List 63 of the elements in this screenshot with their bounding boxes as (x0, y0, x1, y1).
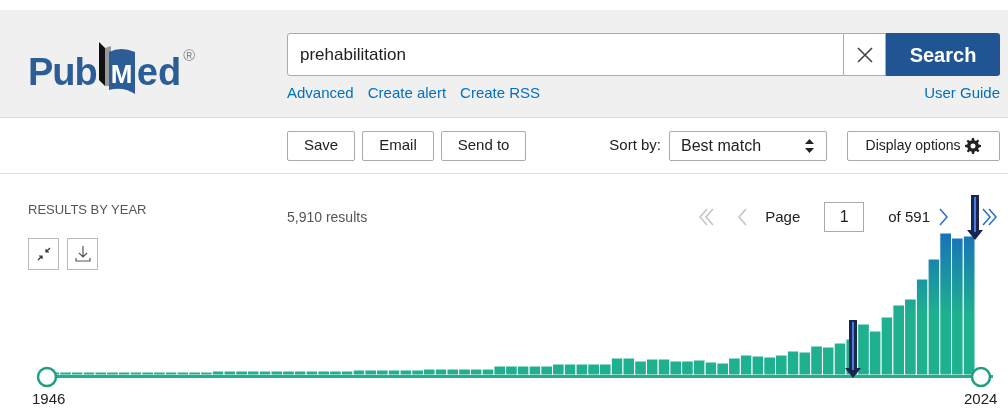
year-bar (528, 365, 542, 376)
action-button[interactable]: Email (362, 130, 434, 161)
double-chevron-icon (698, 208, 714, 226)
year-bar (857, 323, 870, 376)
double-chevron-icon (981, 208, 997, 226)
page-total: of 591 (888, 206, 930, 227)
year-bar (669, 360, 683, 376)
year-bar (634, 360, 647, 376)
sort-select[interactable]: Best match (669, 130, 827, 161)
year-bar (716, 362, 730, 376)
settings-icon (965, 137, 982, 154)
search-field[interactable]: prehabilitation (287, 33, 844, 76)
user-guide-link[interactable]: User Guide (924, 82, 1000, 105)
year-bar (810, 345, 823, 376)
arrow-annotation (845, 320, 861, 378)
download-button[interactable] (67, 238, 98, 270)
range-start-handle[interactable] (36, 366, 58, 388)
year-bar (493, 365, 507, 376)
clear-button[interactable] (844, 33, 886, 76)
year-bar (868, 330, 882, 376)
year-bar (505, 365, 518, 376)
search-link[interactable]: Advanced (287, 82, 354, 105)
search-link[interactable]: Create RSS (460, 82, 541, 105)
search-link[interactable]: Create alert (367, 82, 447, 105)
sort-icon (804, 137, 815, 154)
year-bar (552, 363, 565, 376)
year-bar (892, 304, 906, 376)
chevron-icon (938, 208, 948, 226)
results-count: 5,910 results (287, 208, 368, 227)
year-bar (587, 363, 600, 376)
collapse-button[interactable] (28, 238, 59, 270)
year-bar (728, 357, 741, 376)
year-bar (681, 360, 694, 376)
year-bar (739, 354, 753, 376)
year-bar (798, 351, 812, 376)
start-year: 1946 (32, 390, 66, 407)
end-year: 2024 (964, 390, 998, 407)
display-options-button[interactable]: Display options (847, 130, 1000, 161)
section-title: RESULTS BY YEAR (28, 201, 148, 219)
download-icon (73, 245, 92, 263)
logo[interactable]: Pub M ed® (0, 10, 287, 117)
page-label: Page (765, 206, 801, 227)
year-bar (645, 358, 659, 376)
year-bar (622, 357, 636, 376)
year-bar (880, 316, 894, 376)
year-bar (575, 363, 589, 376)
year-bar (751, 355, 765, 376)
year-bar (540, 365, 554, 376)
search-button[interactable]: Search (886, 33, 1000, 76)
sort-label: Sort by: (609, 135, 661, 156)
year-bar (821, 346, 835, 376)
year-bar (704, 361, 718, 376)
year-bar (763, 356, 776, 376)
year-bar (775, 354, 788, 376)
action-button[interactable]: Save (287, 130, 356, 161)
arrow-annotation (967, 195, 983, 240)
action-button[interactable]: Send to (440, 130, 527, 161)
collapse-icon (36, 247, 51, 261)
close-icon (855, 45, 874, 64)
year-bar (692, 359, 706, 376)
range-end-handle[interactable] (970, 366, 992, 388)
page-field[interactable]: 1 (824, 202, 865, 232)
chevron-icon (737, 208, 747, 226)
